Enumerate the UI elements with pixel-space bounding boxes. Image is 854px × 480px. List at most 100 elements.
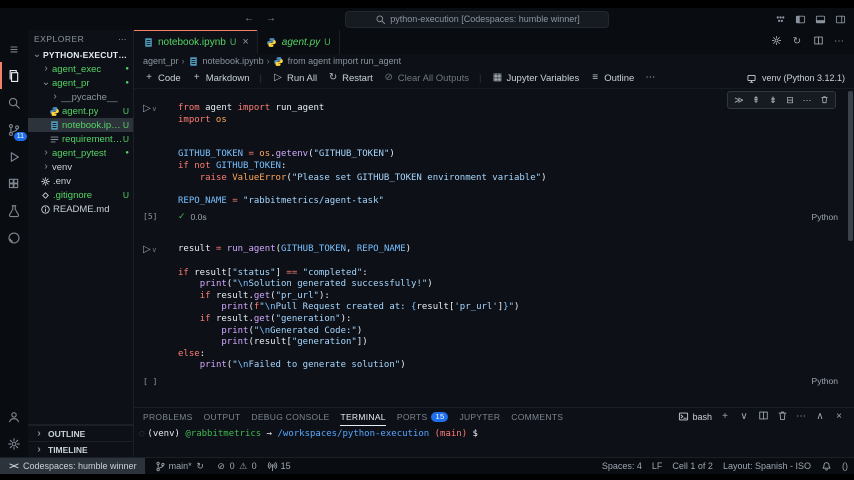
activity-extensions[interactable] [0,170,28,197]
nbtoolbar-outline[interactable]: ≡ Outline [589,72,634,84]
cell-action-run-above[interactable]: ⇞ [751,95,761,106]
tree-item-agent-pytest[interactable]: › agent_pytest ● [28,146,133,160]
activity-menu[interactable]: ≡ [0,35,28,62]
tab-agent-py[interactable]: agent.py U [258,30,340,54]
top-strip [0,0,854,8]
tree-item--env[interactable]: .env [28,174,133,188]
activity-source-control[interactable]: 11 [0,116,28,143]
command-center-search[interactable]: python-execution [Codespaces: humble win… [345,10,609,28]
notebook-icon [142,36,154,48]
split-icon [757,410,769,422]
terminal-shell-picker[interactable]: bash [677,411,712,423]
tree-item-readme-md[interactable]: README.md [28,202,133,216]
cell-action-split-cell[interactable]: ⊟ [785,95,795,106]
notebook-cell-1[interactable]: ≫ ⇞ ⇟ ⊟ ⋯ ▷ ∨ [5] from agent import run_agent imp… [134,91,854,223]
status-git-branch[interactable]: main* ↻ [155,461,206,472]
activity-testing[interactable] [0,197,28,224]
cell-status-bar: ✓ 0.0s Python [178,210,838,223]
code-line: if not GITHUB_TOKEN: [178,160,287,171]
panel-tab-debug-console[interactable]: DEBUG CONSOLE [251,408,329,425]
panel-tab-jupyter[interactable]: JUPYTER [459,408,500,425]
breadcrumb[interactable]: agent_pr › notebook.ipynb › from agent impor… [134,54,854,68]
editor-action-ellipsis[interactable]: ⋯ [833,36,845,48]
panel-tab-problems[interactable]: PROBLEMS [143,408,193,425]
editor-action-gear[interactable] [770,35,782,50]
nbtoolbar-restart[interactable]: ↻ Restart [327,72,373,84]
panel-tab-ports[interactable]: PORTS 15 [397,408,449,425]
kernel-picker[interactable]: venv (Python 3.12.1) [746,72,845,84]
nbtoolbar-jupyter-variables[interactable]: ▦ Jupyter Variables [492,72,579,84]
nbtoolbar-run-all[interactable]: ▷ Run All [272,72,317,84]
status-notifications[interactable] [821,461,832,472]
cell-code-editor[interactable]: from agent import run_agent import os GIT… [178,103,838,207]
run-cell-button[interactable]: ▷ ∨ [143,103,178,114]
activity-run-debug[interactable] [0,143,28,170]
terminal-content[interactable]: ○ (venv) @rabbitmetrics → /workspaces/pyt… [134,425,854,457]
cell-action-ellipsis[interactable]: ⋯ [802,95,812,106]
activity-explorer[interactable] [0,62,28,89]
nbtoolbar-more[interactable]: ⋯ [644,72,656,84]
panel-action-trash[interactable] [776,410,788,424]
tree-item--gitignore[interactable]: .gitignore U [28,188,133,202]
activity-accounts[interactable] [0,403,28,430]
close-tab-icon[interactable]: × [242,36,248,48]
cell-code-editor[interactable]: result = run_agent(GITHUB_TOKEN, REPO_NA… [178,244,838,372]
panel-tab-comments[interactable]: COMMENTS [511,408,563,425]
terminal-icon [677,411,689,423]
tree-item-venv[interactable]: › venv [28,160,133,174]
cell-language[interactable]: Python [812,212,838,222]
status-remote-indicator[interactable]: >< Codespaces: humble winner [0,458,145,474]
tree-item--pycache-[interactable]: › __pycache__ [28,90,133,104]
breadcrumb-segment[interactable]: agent_pr [143,56,179,66]
tree-item-agent-pr[interactable]: ⌄ agent_pr ● [28,76,133,90]
tab-notebook-ipynb[interactable]: notebook.ipynb U × [134,30,258,54]
trash-icon [776,410,788,422]
status-ports-status[interactable]: 15 [267,461,291,472]
panel-action-split[interactable] [757,410,769,424]
panel-action-chevron-up[interactable]: ∧ [814,411,826,423]
editor-action-sync[interactable]: ↻ [791,36,803,48]
nbtoolbar-clear-all-outputs[interactable]: ⊘ Clear All Outputs [383,72,470,84]
explorer-more-actions-icon[interactable]: ⋯ [118,34,127,45]
warning-icon: ⚠ [239,460,248,471]
nav-forward-icon[interactable]: → [265,13,277,25]
section-timeline[interactable]: › TIMELINE [28,441,133,457]
panel-action-plus[interactable]: + [719,411,731,423]
panel-action-chev-down[interactable]: ∨ [738,411,750,423]
status-bar: >< Codespaces: humble winner main* ↻ ⊘ 0 ⚠ 0 15 … [0,457,854,474]
activity-search[interactable] [0,89,28,116]
status-eol[interactable]: LF [652,461,663,471]
nbtoolbar-markdown[interactable]: + Markdown [191,72,250,84]
tree-item-agent-exec[interactable]: › agent_exec ● [28,62,133,76]
activity-github[interactable] [0,224,28,251]
status-cell-indicator[interactable]: Cell 1 of 2 [672,461,713,471]
panel-action-ellipsis[interactable]: ⋯ [795,411,807,423]
panel-action-close[interactable]: × [833,411,845,423]
cell-action-trash[interactable] [819,94,829,106]
panel-tab-output[interactable]: OUTPUT [204,408,241,425]
notebook-cell-2[interactable]: ▷ ∨ [ ] result = run_agent(GITHUB_TOKEN, RE… [134,244,854,388]
status-indentation[interactable]: Spaces: 4 [602,461,642,471]
section-outline[interactable]: › OUTLINE [28,425,133,441]
bell-icon [821,461,832,472]
tree-item-agent-py[interactable]: agent.py U [28,104,133,118]
status-problems[interactable]: ⊘ 0 ⚠ 0 [216,460,256,472]
cell-action-run-below[interactable]: ⇟ [768,95,778,106]
breadcrumb-segment[interactable]: notebook.ipynb [203,56,264,66]
status-brackets[interactable]: () [842,461,848,471]
cell-action-run-row[interactable]: ≫ [734,95,744,106]
editor-action-split[interactable] [812,35,824,50]
code-line: GITHUB_TOKEN = os.getenv("GITHUB_TOKEN") [178,149,395,160]
status-keyboard-layout[interactable]: Layout: Spanish - ISO [723,461,811,471]
nav-back-icon[interactable]: ← [243,13,255,25]
nbtoolbar-code[interactable]: + Code [143,72,181,84]
tree-item-notebook-ipynb[interactable]: notebook.ipynb U [28,118,133,132]
dirty-indicator: U [229,37,237,47]
cell-language[interactable]: Python [812,376,838,386]
tree-item-requirements-[interactable]: requirements.... U [28,132,133,146]
activity-settings[interactable] [0,430,28,457]
breadcrumb-segment[interactable]: from agent import run_agent [288,56,402,66]
run-cell-button[interactable]: ▷ ∨ [143,244,178,255]
panel-tab-terminal[interactable]: TERMINAL [340,408,386,426]
tree-item-python-execution-c-[interactable]: ⌄PYTHON-EXECUTION [C... [28,48,133,62]
